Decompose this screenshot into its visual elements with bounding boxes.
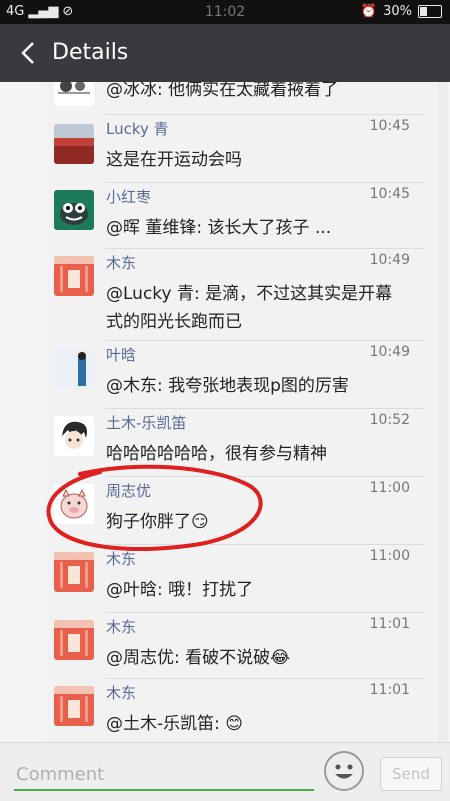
- list-item[interactable]: @冰冰: 他俩实在太藏着掖着了: [54, 82, 426, 106]
- list-item[interactable]: 小红枣 10:45 @晖 董维锋: 该长大了孩子 ...: [54, 182, 426, 246]
- divider: [106, 248, 426, 249]
- smiley-icon: [335, 764, 353, 779]
- list-item[interactable]: 木东 11:01 @周志优: 看破不说破😂: [54, 612, 426, 674]
- comment-time: 10:45: [369, 186, 410, 202]
- comment-time: 10:52: [369, 412, 410, 428]
- divider: [106, 476, 426, 477]
- comment-text: @周志优: 看破不说破😂: [106, 648, 290, 668]
- avatar-image: [54, 256, 94, 296]
- list-item[interactable]: 叶晗 10:49 @木东: 我夸张地表现p图的厉害: [54, 340, 426, 404]
- comment-bar: Send: [0, 742, 450, 801]
- list-item[interactable]: 木东 10:49 @Lucky 青: 是滴，不过这其实是开幕式的阳光长跑而已: [54, 248, 426, 338]
- comment-input-wrap: [14, 757, 318, 791]
- comment-time: 11:01: [369, 682, 410, 698]
- emoji-button[interactable]: [324, 751, 364, 791]
- comment-text: @叶晗: 哦！打扰了: [106, 580, 254, 600]
- comment-time: 10:49: [369, 344, 410, 360]
- comment-time: 11:01: [369, 616, 410, 632]
- commenter-name[interactable]: 木东: [106, 616, 136, 637]
- list-item[interactable]: Lucky 青 10:45 这是在开运动会吗: [54, 114, 426, 176]
- alarm-icon: ⏰: [360, 4, 378, 19]
- commenter-name[interactable]: 木东: [106, 548, 136, 569]
- avatar-image: [54, 348, 94, 388]
- avatar: [54, 416, 94, 456]
- send-button[interactable]: Send: [380, 757, 442, 791]
- comment-input[interactable]: [14, 757, 318, 791]
- divider: [106, 114, 426, 115]
- avatar: [54, 484, 94, 524]
- list-item[interactable]: 木东 11:00 @叶晗: 哦！打扰了: [54, 544, 426, 606]
- avatar: [54, 686, 94, 726]
- commenter-name[interactable]: Lucky 青: [106, 118, 169, 139]
- avatar: [54, 190, 94, 230]
- avatar-image: [54, 190, 94, 230]
- battery-percent: 30%: [383, 4, 412, 19]
- comment-text: @木东: 我夸张地表现p图的厉害: [106, 376, 349, 396]
- avatar: [54, 82, 94, 106]
- chevron-left-icon: [21, 42, 34, 64]
- back-button[interactable]: [14, 36, 42, 70]
- avatar-image: [54, 416, 94, 456]
- comment-time: 11:00: [369, 548, 410, 564]
- scrollbar[interactable]: [438, 82, 448, 742]
- avatar-image: [54, 620, 94, 660]
- page-title: Details: [52, 40, 129, 65]
- list-item[interactable]: 周志优 11:00 狗子你胖了😏: [54, 476, 426, 538]
- comment-time: 10:49: [369, 252, 410, 268]
- avatar: [54, 124, 94, 164]
- commenter-name[interactable]: 木东: [106, 252, 136, 273]
- comment-text: @晖 董维锋: 该长大了孩子 ...: [106, 218, 332, 238]
- comment-time: 10:45: [369, 118, 410, 134]
- commenter-name[interactable]: 木东: [106, 682, 136, 703]
- commenter-name[interactable]: 土木-乐凯笛: [106, 412, 186, 433]
- avatar-image: [58, 82, 90, 94]
- list-item[interactable]: 土木-乐凯笛 10:52 哈哈哈哈哈哈，很有参与精神: [54, 408, 426, 470]
- divider: [106, 340, 426, 341]
- commenter-name[interactable]: 小红枣: [106, 186, 151, 207]
- avatar-image: [54, 484, 94, 524]
- avatar: [54, 552, 94, 592]
- status-bar: 4G ▂▄▆ ⊘ 11:02 ⏰ 30%: [0, 0, 450, 24]
- avatar-image: [54, 124, 94, 164]
- divider: [106, 182, 426, 183]
- comment-text: @土木-乐凯笛: 😊: [106, 714, 243, 734]
- avatar-image: [54, 552, 94, 592]
- comment-text: @冰冰: 他俩实在太藏着掖着了: [106, 82, 339, 100]
- comment-text: 这是在开运动会吗: [106, 150, 242, 170]
- battery-icon: [418, 5, 442, 18]
- commenter-name[interactable]: 周志优: [106, 480, 151, 501]
- divider: [106, 612, 426, 613]
- comment-time: 11:00: [369, 480, 410, 496]
- comment-text: @Lucky 青: 是滴，不过这其实是开幕式的阳光长跑而已: [106, 284, 393, 332]
- divider: [106, 408, 426, 409]
- app-header: Details: [0, 24, 450, 82]
- status-right: ⏰ 30%: [361, 4, 442, 19]
- avatar: [54, 348, 94, 388]
- comment-list[interactable]: @冰冰: 他俩实在太藏着掖着了 Lucky 青 10:45 这是在开运动会吗 小…: [0, 82, 450, 742]
- comment-text: 哈哈哈哈哈哈，很有参与精神: [106, 444, 327, 464]
- divider: [106, 678, 426, 679]
- comment-text: 狗子你胖了😏: [106, 512, 209, 532]
- commenter-name[interactable]: 叶晗: [106, 344, 136, 365]
- divider: [106, 544, 426, 545]
- avatar: [54, 256, 94, 296]
- avatar: [54, 620, 94, 660]
- list-item[interactable]: 木东 11:01 @土木-乐凯笛: 😊: [54, 678, 426, 740]
- avatar-image: [54, 686, 94, 726]
